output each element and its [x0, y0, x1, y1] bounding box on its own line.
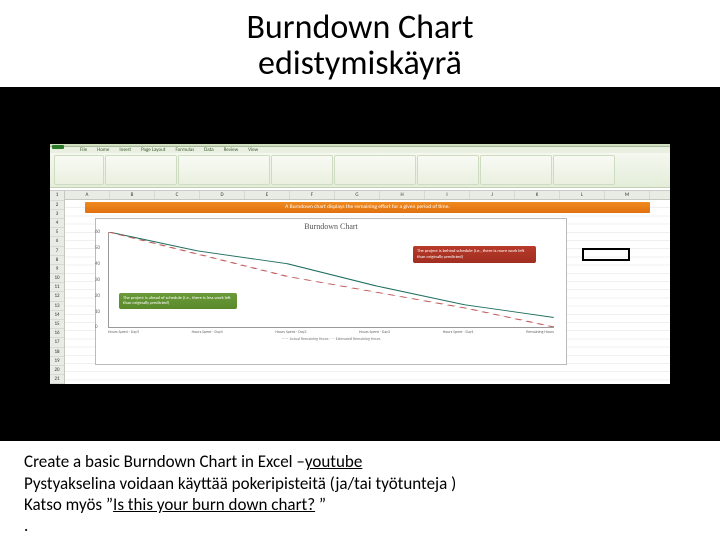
video-frame[interactable]: File Home Insert Page Layout Formulas Da…	[0, 87, 720, 441]
slide-title: Burndown Chart edistymiskäyrä	[0, 10, 720, 81]
y-tick: 10	[95, 309, 100, 315]
row-header[interactable]: 2	[50, 201, 64, 210]
row-header[interactable]: 8	[50, 256, 64, 265]
col-header[interactable]: L	[560, 191, 605, 199]
col-header[interactable]: B	[110, 191, 155, 199]
article-link[interactable]: Is this your burn down chart?	[113, 494, 315, 515]
y-tick: 20	[95, 293, 100, 299]
col-header[interactable]: F	[290, 191, 335, 199]
col-header[interactable]: G	[335, 191, 380, 199]
ribbon-group[interactable]	[417, 155, 479, 185]
selected-cell[interactable]	[582, 248, 630, 261]
col-header[interactable]: E	[245, 191, 290, 199]
chart-title: Burndown Chart	[96, 222, 566, 231]
ribbon-group[interactable]	[178, 155, 270, 185]
y-tick: 60	[95, 229, 100, 235]
ribbon-group[interactable]	[105, 155, 177, 185]
row-header[interactable]: 17	[50, 338, 64, 347]
description-banner: A Burndown chart displays the remaining …	[85, 202, 650, 213]
row-header[interactable]: 10	[50, 274, 64, 283]
excel-window: File Home Insert Page Layout Formulas Da…	[50, 144, 670, 384]
x-label: Hours Spent - Day3	[275, 330, 306, 335]
caption-line-2: Pystyakselina voidaan käyttää pokeripist…	[24, 473, 456, 494]
row-headers: 1 2 3 4 5 6 7 8 9 10 11 12 13 14 15 16 1	[50, 191, 65, 384]
row-header[interactable]: 16	[50, 329, 64, 338]
row-header[interactable]: 13	[50, 302, 64, 311]
y-tick: 50	[95, 245, 100, 251]
row-header[interactable]: 18	[50, 348, 64, 357]
row-header[interactable]: 6	[50, 237, 64, 246]
caption-line-1: Create a basic Burndown Chart in Excel –	[24, 451, 305, 472]
chart-plot-area: 60 50 40 30 20 10 0	[108, 232, 554, 328]
cell-canvas[interactable]: A Burndown chart displays the remaining …	[65, 200, 670, 384]
quick-access-toolbar	[50, 144, 670, 147]
slide-root: Burndown Chart edistymiskäyrä File Home …	[0, 0, 720, 540]
col-header[interactable]: C	[155, 191, 200, 199]
row-header[interactable]: 19	[50, 357, 64, 366]
row-header[interactable]: 1	[50, 191, 64, 200]
worksheet: 1 2 3 4 5 6 7 8 9 10 11 12 13 14 15 16 1	[50, 191, 670, 384]
caption-line-3a: Katso myös ”	[24, 494, 113, 515]
row-header[interactable]: 5	[50, 228, 64, 237]
y-tick: 30	[95, 277, 100, 283]
row-header[interactable]: 15	[50, 320, 64, 329]
x-label: Hours Spent - Day5	[108, 330, 139, 335]
row-header[interactable]: 21	[50, 375, 64, 384]
row-header[interactable]: 20	[50, 366, 64, 375]
x-label: Hours Spent - Day2	[359, 330, 390, 335]
y-tick: 0	[95, 324, 98, 330]
row-header[interactable]: 4	[50, 219, 64, 228]
ribbon-group[interactable]	[54, 155, 104, 185]
row-header[interactable]: 3	[50, 210, 64, 219]
row-header[interactable]: 11	[50, 283, 64, 292]
ribbon	[50, 153, 670, 188]
col-header[interactable]: J	[470, 191, 515, 199]
column-headers: A B C D E F G H I J K L M	[65, 191, 670, 200]
chart-legend: ―― Actual Remaining Hours - - - Estimate…	[96, 337, 566, 342]
col-header[interactable]: M	[605, 191, 650, 199]
embedded-chart[interactable]: Burndown Chart 60 50 40 30 20 10 0	[95, 218, 567, 365]
col-header[interactable]: A	[65, 191, 110, 199]
ribbon-group[interactable]	[480, 155, 552, 185]
youtube-link[interactable]: youtube	[305, 451, 362, 472]
caption-block: Create a basic Burndown Chart in Excel –…	[0, 441, 720, 536]
ribbon-group[interactable]	[553, 155, 615, 185]
col-header[interactable]: H	[380, 191, 425, 199]
row-header[interactable]: 12	[50, 292, 64, 301]
row-header[interactable]: 7	[50, 247, 64, 256]
col-header[interactable]: D	[200, 191, 245, 199]
ribbon-group[interactable]	[334, 155, 416, 185]
caption-line-3b: ”	[315, 494, 326, 515]
y-tick: 40	[95, 261, 100, 267]
col-header[interactable]: I	[425, 191, 470, 199]
col-header[interactable]: K	[515, 191, 560, 199]
x-label: Hours Spent - Day4	[192, 330, 223, 335]
grid-area: A B C D E F G H I J K L M	[65, 191, 670, 384]
x-label: Remaining Hours	[526, 330, 554, 335]
row-header[interactable]: 9	[50, 265, 64, 274]
x-label: Hours Spent - Day1	[443, 330, 474, 335]
x-axis-labels: Hours Spent - Day5 Hours Spent - Day4 Ho…	[108, 330, 554, 335]
caption-line-4: .	[24, 515, 28, 536]
ribbon-group[interactable]	[271, 155, 333, 185]
callout-ahead-schedule: The project is ahead of schedule (i.e., …	[119, 293, 237, 309]
title-line-2: edistymiskäyrä	[258, 43, 462, 84]
callout-behind-schedule: The project is behind schedule (i.e., th…	[413, 246, 536, 262]
row-header[interactable]: 14	[50, 311, 64, 320]
